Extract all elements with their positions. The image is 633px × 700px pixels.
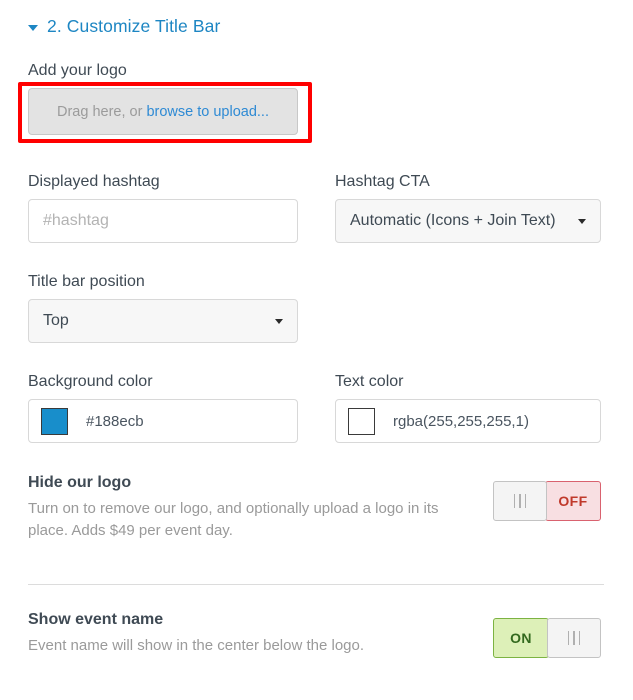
toggle-state-label: ON xyxy=(493,618,549,658)
add-logo-label: Add your logo xyxy=(28,62,127,79)
caret-down-icon xyxy=(28,24,38,31)
toggle-handle[interactable] xyxy=(493,481,547,521)
show-event-name-title: Show event name xyxy=(28,611,164,628)
section-divider xyxy=(28,584,604,585)
logo-dropzone[interactable]: Drag here, or browse to upload... xyxy=(28,88,298,135)
background-color-label: Background color xyxy=(28,373,153,390)
title-bar-position-value: Top xyxy=(43,312,69,329)
background-color-value: #188ecb xyxy=(86,412,144,430)
text-color-value: rgba(255,255,255,1) xyxy=(393,412,529,430)
hashtag-cta-select[interactable]: Automatic (Icons + Join Text) xyxy=(335,199,601,243)
chevron-down-icon xyxy=(275,318,283,324)
toggle-state-label: OFF xyxy=(545,481,601,521)
hashtag-cta-label: Hashtag CTA xyxy=(335,173,430,190)
displayed-hashtag-label: Displayed hashtag xyxy=(28,173,160,190)
hide-logo-toggle[interactable]: OFF xyxy=(493,481,601,521)
dropzone-drag-text: Drag here, or xyxy=(57,103,147,120)
show-event-name-description: Event name will show in the center below… xyxy=(28,637,365,654)
hide-logo-description: Turn on to remove our logo, and optional… xyxy=(28,500,439,539)
show-event-name-toggle[interactable]: ON xyxy=(493,618,601,658)
text-color-field[interactable]: rgba(255,255,255,1) xyxy=(335,399,601,443)
toggle-handle[interactable] xyxy=(547,618,601,658)
hide-logo-title: Hide our logo xyxy=(28,474,132,491)
chevron-down-icon xyxy=(578,218,586,224)
text-color-swatch[interactable] xyxy=(348,407,375,435)
displayed-hashtag-input[interactable] xyxy=(28,199,298,243)
customize-title-bar-panel: 2. Customize Title Bar Add your logo Dra… xyxy=(0,0,633,700)
grip-lines-icon xyxy=(513,494,527,508)
grip-lines-icon xyxy=(567,631,581,645)
browse-to-upload-link[interactable]: browse to upload... xyxy=(146,104,269,120)
section-header-customize-title-bar[interactable]: 2. Customize Title Bar xyxy=(28,16,220,37)
text-color-label: Text color xyxy=(335,373,404,390)
dropzone-text: Drag here, or browse to upload... xyxy=(57,104,269,120)
background-color-field[interactable]: #188ecb xyxy=(28,399,298,443)
background-color-swatch[interactable] xyxy=(41,407,68,435)
title-bar-position-select[interactable]: Top xyxy=(28,299,298,343)
title-bar-position-label: Title bar position xyxy=(28,273,145,290)
page-title: 2. Customize Title Bar xyxy=(47,16,221,36)
hashtag-cta-value: Automatic (Icons + Join Text) xyxy=(350,212,556,229)
